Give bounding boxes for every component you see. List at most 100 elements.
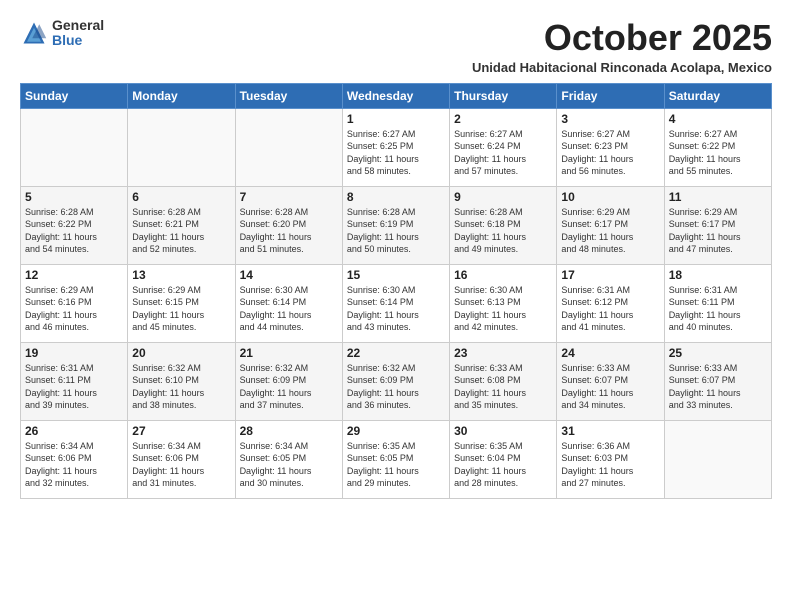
- day-number: 20: [132, 346, 230, 360]
- day-info: Sunrise: 6:30 AM Sunset: 6:14 PM Dayligh…: [240, 284, 338, 334]
- table-row: 22 Sunrise: 6:32 AM Sunset: 6:09 PM Dayli…: [342, 342, 449, 420]
- day-info: Sunrise: 6:31 AM Sunset: 6:11 PM Dayligh…: [669, 284, 767, 334]
- day-number: 22: [347, 346, 445, 360]
- table-row: 7 Sunrise: 6:28 AM Sunset: 6:20 PM Daylig…: [235, 186, 342, 264]
- day-info: Sunrise: 6:27 AM Sunset: 6:25 PM Dayligh…: [347, 128, 445, 178]
- day-number: 23: [454, 346, 552, 360]
- table-row: 16Sunrise: 6:30 AM Sunset: 6:13 PM Dayli…: [450, 264, 557, 342]
- day-number: 26: [25, 424, 123, 438]
- table-row: 20 Sunrise: 6:32 AM Sunset: 6:10 PM Dayli…: [128, 342, 235, 420]
- day-number: 30: [454, 424, 552, 438]
- day-number: 8: [347, 190, 445, 204]
- day-number: 31: [561, 424, 659, 438]
- calendar-week-row: 26 Sunrise: 6:34 AM Sunset: 6:06 PM Dayli…: [21, 420, 772, 498]
- table-row: 18 Sunrise: 6:31 AM Sunset: 6:11 PM Dayli…: [664, 264, 771, 342]
- day-info: Sunrise: 6:34 AM Sunset: 6:05 PM Dayligh…: [240, 440, 338, 490]
- calendar-table: Sunday Monday Tuesday Wednesday Thursday…: [20, 83, 772, 499]
- table-row: 1 Sunrise: 6:27 AM Sunset: 6:25 PM Daylig…: [342, 108, 449, 186]
- day-number: 29: [347, 424, 445, 438]
- logo-general-text: General: [52, 18, 104, 33]
- table-row: 21Sunrise: 6:32 AM Sunset: 6:09 PM Dayli…: [235, 342, 342, 420]
- table-row: 10 Sunrise: 6:29 AM Sunset: 6:17 PM Dayli…: [557, 186, 664, 264]
- day-info: Sunrise: 6:30 AM Sunset: 6:13 PM Dayligh…: [454, 284, 552, 334]
- day-info: Sunrise: 6:27 AM Sunset: 6:23 PM Dayligh…: [561, 128, 659, 178]
- calendar-week-row: 1 Sunrise: 6:27 AM Sunset: 6:25 PM Daylig…: [21, 108, 772, 186]
- day-info: Sunrise: 6:35 AM Sunset: 6:05 PM Dayligh…: [347, 440, 445, 490]
- day-info: Sunrise: 6:27 AM Sunset: 6:24 PM Dayligh…: [454, 128, 552, 178]
- day-info: Sunrise: 6:29 AM Sunset: 6:17 PM Dayligh…: [669, 206, 767, 256]
- day-number: 28: [240, 424, 338, 438]
- table-row: [128, 108, 235, 186]
- day-info: Sunrise: 6:33 AM Sunset: 6:08 PM Dayligh…: [454, 362, 552, 412]
- day-number: 27: [132, 424, 230, 438]
- table-row: 8Sunrise: 6:28 AM Sunset: 6:19 PM Daylig…: [342, 186, 449, 264]
- title-section: October 2025 Unidad Habitacional Rincona…: [472, 18, 772, 75]
- logo-blue-text: Blue: [52, 33, 104, 48]
- table-row: 28 Sunrise: 6:34 AM Sunset: 6:05 PM Dayli…: [235, 420, 342, 498]
- calendar-header-row: Sunday Monday Tuesday Wednesday Thursday…: [21, 83, 772, 108]
- day-info: Sunrise: 6:33 AM Sunset: 6:07 PM Dayligh…: [561, 362, 659, 412]
- table-row: 24 Sunrise: 6:33 AM Sunset: 6:07 PM Dayli…: [557, 342, 664, 420]
- day-number: 6: [132, 190, 230, 204]
- day-info: Sunrise: 6:32 AM Sunset: 6:09 PM Dayligh…: [240, 362, 338, 412]
- day-info: Sunrise: 6:28 AM Sunset: 6:20 PM Dayligh…: [240, 206, 338, 256]
- location-subtitle: Unidad Habitacional Rinconada Acolapa, M…: [472, 60, 772, 75]
- table-row: 2 Sunrise: 6:27 AM Sunset: 6:24 PM Daylig…: [450, 108, 557, 186]
- day-number: 24: [561, 346, 659, 360]
- table-row: [21, 108, 128, 186]
- header: General Blue October 2025 Unidad Habitac…: [20, 18, 772, 75]
- page: General Blue October 2025 Unidad Habitac…: [0, 0, 792, 612]
- day-info: Sunrise: 6:30 AM Sunset: 6:14 PM Dayligh…: [347, 284, 445, 334]
- day-number: 17: [561, 268, 659, 282]
- day-number: 5: [25, 190, 123, 204]
- table-row: 5 Sunrise: 6:28 AM Sunset: 6:22 PM Daylig…: [21, 186, 128, 264]
- day-info: Sunrise: 6:35 AM Sunset: 6:04 PM Dayligh…: [454, 440, 552, 490]
- day-info: Sunrise: 6:34 AM Sunset: 6:06 PM Dayligh…: [132, 440, 230, 490]
- day-number: 4: [669, 112, 767, 126]
- table-row: 23 Sunrise: 6:33 AM Sunset: 6:08 PM Dayli…: [450, 342, 557, 420]
- day-info: Sunrise: 6:36 AM Sunset: 6:03 PM Dayligh…: [561, 440, 659, 490]
- day-info: Sunrise: 6:28 AM Sunset: 6:22 PM Dayligh…: [25, 206, 123, 256]
- table-row: 14Sunrise: 6:30 AM Sunset: 6:14 PM Dayli…: [235, 264, 342, 342]
- day-number: 7: [240, 190, 338, 204]
- day-number: 10: [561, 190, 659, 204]
- calendar-week-row: 19Sunrise: 6:31 AM Sunset: 6:11 PM Dayli…: [21, 342, 772, 420]
- col-wednesday: Wednesday: [342, 83, 449, 108]
- table-row: 17 Sunrise: 6:31 AM Sunset: 6:12 PM Dayli…: [557, 264, 664, 342]
- table-row: 29 Sunrise: 6:35 AM Sunset: 6:05 PM Dayli…: [342, 420, 449, 498]
- day-info: Sunrise: 6:31 AM Sunset: 6:11 PM Dayligh…: [25, 362, 123, 412]
- table-row: 3 Sunrise: 6:27 AM Sunset: 6:23 PM Daylig…: [557, 108, 664, 186]
- table-row: 12 Sunrise: 6:29 AM Sunset: 6:16 PM Dayli…: [21, 264, 128, 342]
- day-info: Sunrise: 6:27 AM Sunset: 6:22 PM Dayligh…: [669, 128, 767, 178]
- day-info: Sunrise: 6:29 AM Sunset: 6:17 PM Dayligh…: [561, 206, 659, 256]
- logo-icon: [20, 19, 48, 47]
- day-number: 1: [347, 112, 445, 126]
- table-row: 6Sunrise: 6:28 AM Sunset: 6:21 PM Daylig…: [128, 186, 235, 264]
- day-info: Sunrise: 6:28 AM Sunset: 6:18 PM Dayligh…: [454, 206, 552, 256]
- table-row: 9 Sunrise: 6:28 AM Sunset: 6:18 PM Daylig…: [450, 186, 557, 264]
- logo-text: General Blue: [52, 18, 104, 49]
- day-info: Sunrise: 6:34 AM Sunset: 6:06 PM Dayligh…: [25, 440, 123, 490]
- day-number: 2: [454, 112, 552, 126]
- col-friday: Friday: [557, 83, 664, 108]
- col-sunday: Sunday: [21, 83, 128, 108]
- day-info: Sunrise: 6:32 AM Sunset: 6:10 PM Dayligh…: [132, 362, 230, 412]
- day-info: Sunrise: 6:29 AM Sunset: 6:15 PM Dayligh…: [132, 284, 230, 334]
- table-row: 13 Sunrise: 6:29 AM Sunset: 6:15 PM Dayli…: [128, 264, 235, 342]
- day-number: 18: [669, 268, 767, 282]
- day-number: 25: [669, 346, 767, 360]
- day-number: 12: [25, 268, 123, 282]
- day-number: 9: [454, 190, 552, 204]
- table-row: 26 Sunrise: 6:34 AM Sunset: 6:06 PM Dayli…: [21, 420, 128, 498]
- table-row: [235, 108, 342, 186]
- day-info: Sunrise: 6:31 AM Sunset: 6:12 PM Dayligh…: [561, 284, 659, 334]
- day-number: 11: [669, 190, 767, 204]
- day-number: 13: [132, 268, 230, 282]
- col-monday: Monday: [128, 83, 235, 108]
- day-info: Sunrise: 6:29 AM Sunset: 6:16 PM Dayligh…: [25, 284, 123, 334]
- table-row: [664, 420, 771, 498]
- day-info: Sunrise: 6:32 AM Sunset: 6:09 PM Dayligh…: [347, 362, 445, 412]
- day-number: 3: [561, 112, 659, 126]
- table-row: 15 Sunrise: 6:30 AM Sunset: 6:14 PM Dayli…: [342, 264, 449, 342]
- day-number: 15: [347, 268, 445, 282]
